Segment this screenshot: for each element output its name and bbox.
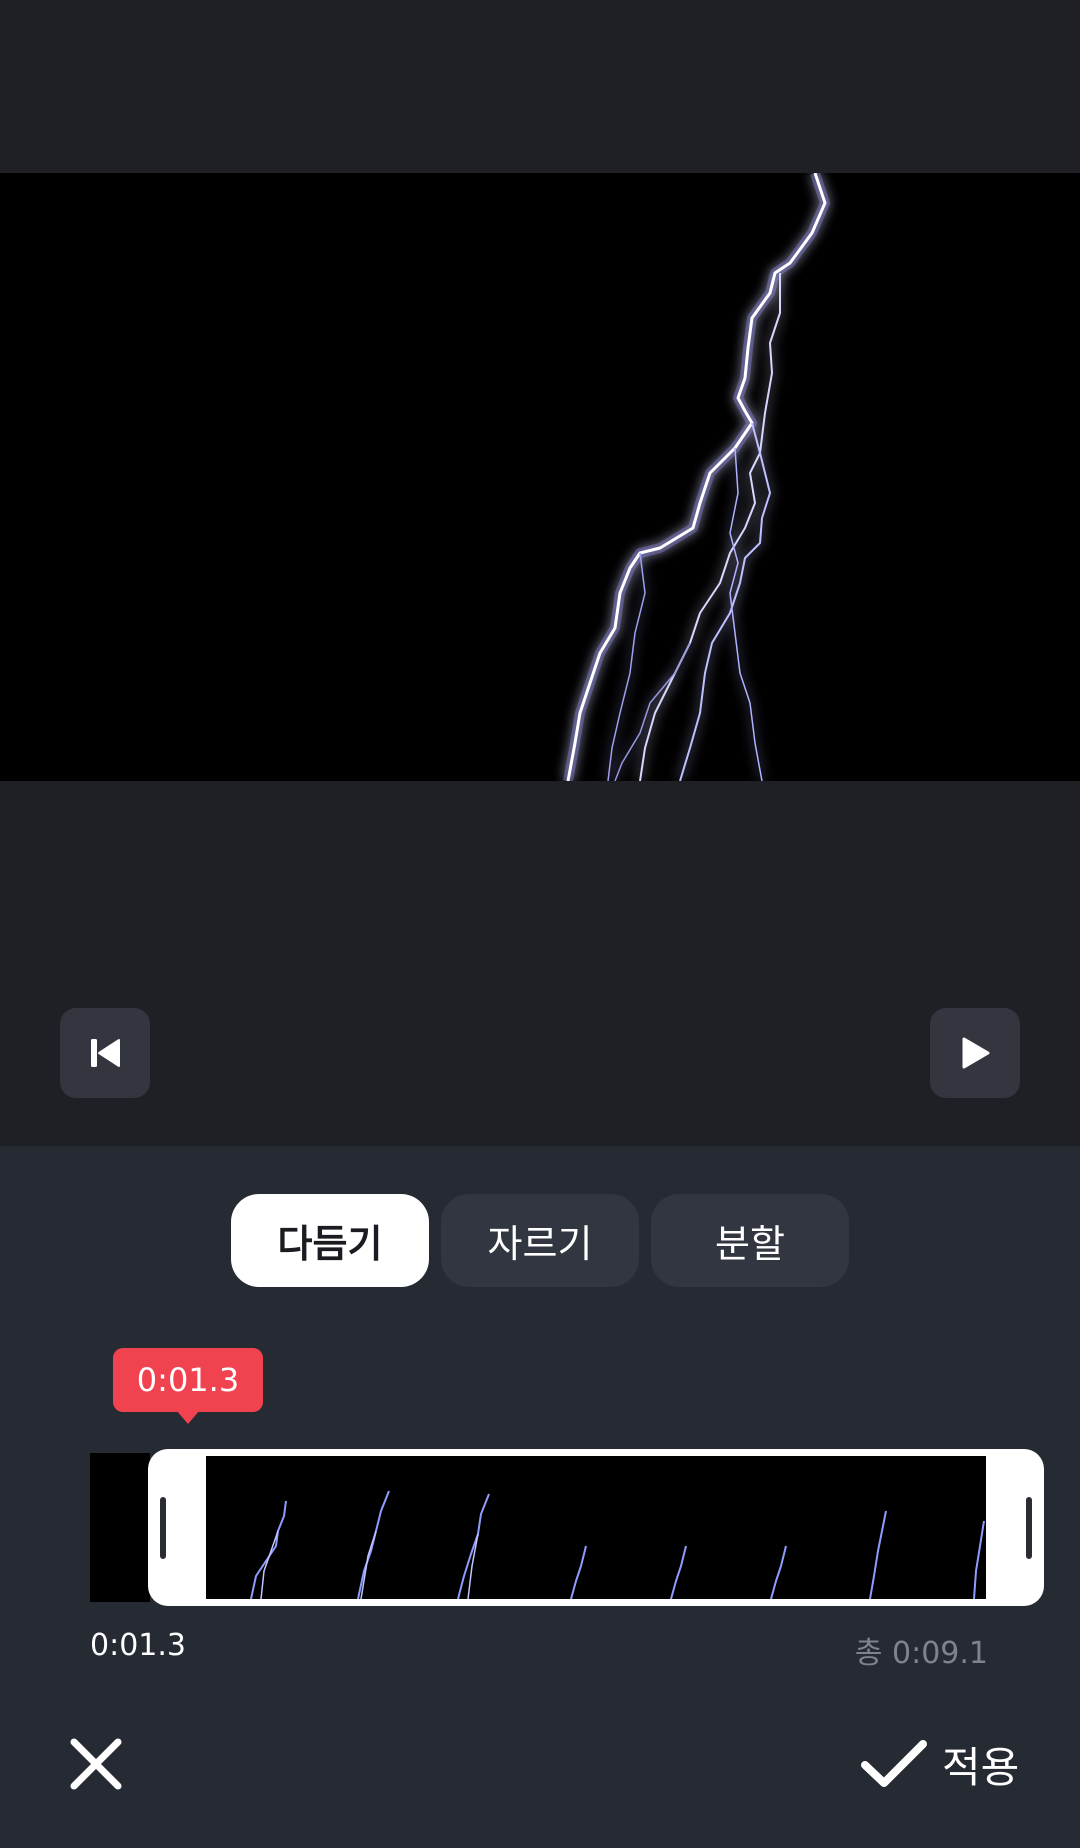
rewind-button[interactable] — [60, 1008, 150, 1098]
apply-button[interactable]: 적용 — [860, 1732, 1019, 1796]
top-bar — [0, 0, 1080, 173]
tab-split[interactable]: 분할 — [651, 1194, 849, 1287]
lightning-video-frame — [563, 173, 830, 781]
trim-end-handle[interactable] — [1026, 1497, 1032, 1559]
video-filmstrip — [206, 1456, 986, 1599]
trim-start-handle[interactable] — [160, 1497, 166, 1559]
playhead-time-bubble-tail — [176, 1410, 200, 1424]
cancel-button[interactable] — [68, 1736, 124, 1792]
current-time-label: 0:01.3 — [90, 1628, 186, 1663]
close-icon — [70, 1738, 122, 1790]
checkmark-icon — [861, 1740, 927, 1787]
filmstrip-thumbnails — [250, 1490, 985, 1599]
play-icon — [962, 1037, 990, 1069]
apply-label: 적용 — [942, 1742, 1020, 1792]
total-duration-label: 총 0:09.1 — [854, 1636, 988, 1671]
tab-cut[interactable]: 자르기 — [441, 1194, 639, 1287]
playhead-time-bubble: 0:01.3 — [113, 1348, 263, 1412]
video-preview — [0, 173, 1080, 781]
trimmed-out-region — [90, 1453, 150, 1602]
tab-trim[interactable]: 다듬기 — [231, 1194, 429, 1287]
skip-to-start-icon — [91, 1039, 120, 1067]
play-button[interactable] — [930, 1008, 1020, 1098]
trim-selection-frame[interactable] — [148, 1449, 1044, 1606]
player-controls-area — [0, 781, 1080, 1146]
